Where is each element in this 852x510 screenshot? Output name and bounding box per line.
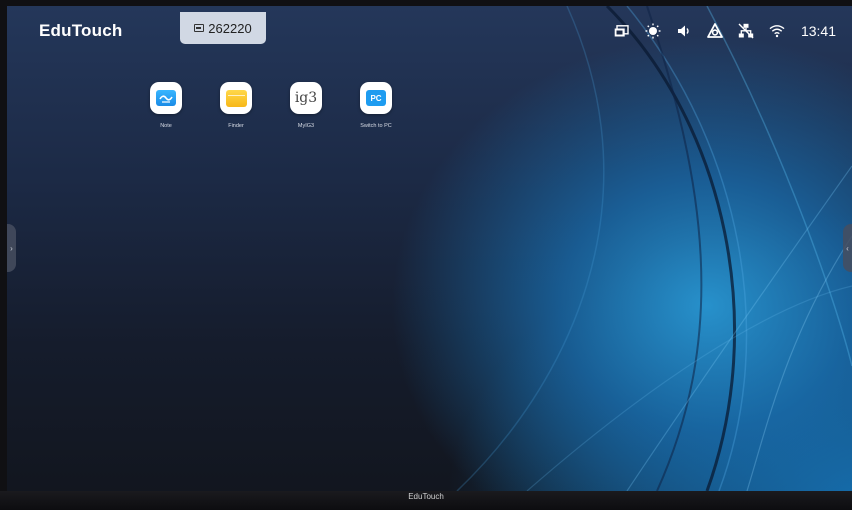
screen-share-icon[interactable]	[614, 23, 630, 39]
desktop-screen: EduTouch 262220 13:41 Note Finder ig3 My…	[7, 6, 852, 491]
network-icon[interactable]	[738, 23, 754, 39]
folder-icon	[225, 89, 247, 107]
app-switch-to-pc[interactable]: PC Switch to PC	[341, 82, 411, 129]
wifi-icon[interactable]	[769, 23, 785, 39]
status-bar: 13:41	[614, 22, 836, 40]
right-sidebar-handle[interactable]: ‹	[843, 224, 852, 272]
note-icon	[156, 90, 176, 106]
wallpaper-swoosh	[456, 6, 852, 491]
bezel-brand: EduTouch	[408, 492, 444, 501]
app-label: Switch to PC	[360, 123, 392, 129]
brand-logo: EduTouch	[39, 21, 123, 40]
clock: 13:41	[800, 23, 836, 39]
bezel-bottom-bar: EduTouch	[0, 491, 852, 510]
app-shortcuts: Note Finder ig3 MyIG3 PC Switch to PC	[131, 82, 411, 129]
app-finder[interactable]: Finder	[201, 82, 271, 129]
chevron-right-icon: ›	[10, 243, 13, 253]
app-label: MyIG3	[297, 123, 315, 129]
pc-icon: PC	[366, 90, 386, 106]
chevron-left-icon: ‹	[846, 243, 849, 253]
app-myig3[interactable]: ig3 MyIG3	[271, 82, 341, 129]
room-code-chip[interactable]: 262220	[180, 12, 266, 44]
brightness-icon[interactable]	[645, 23, 661, 39]
volume-icon[interactable]	[676, 23, 692, 39]
app-note[interactable]: Note	[131, 82, 201, 129]
ig3-icon: ig3	[294, 90, 318, 106]
app-label: Finder	[228, 123, 244, 129]
left-sidebar-handle[interactable]: ›	[7, 224, 16, 272]
app-label: Note	[160, 123, 172, 129]
room-code: 262220	[208, 20, 252, 36]
screen-code-icon	[194, 24, 205, 32]
cloud-sync-icon[interactable]	[707, 23, 723, 39]
